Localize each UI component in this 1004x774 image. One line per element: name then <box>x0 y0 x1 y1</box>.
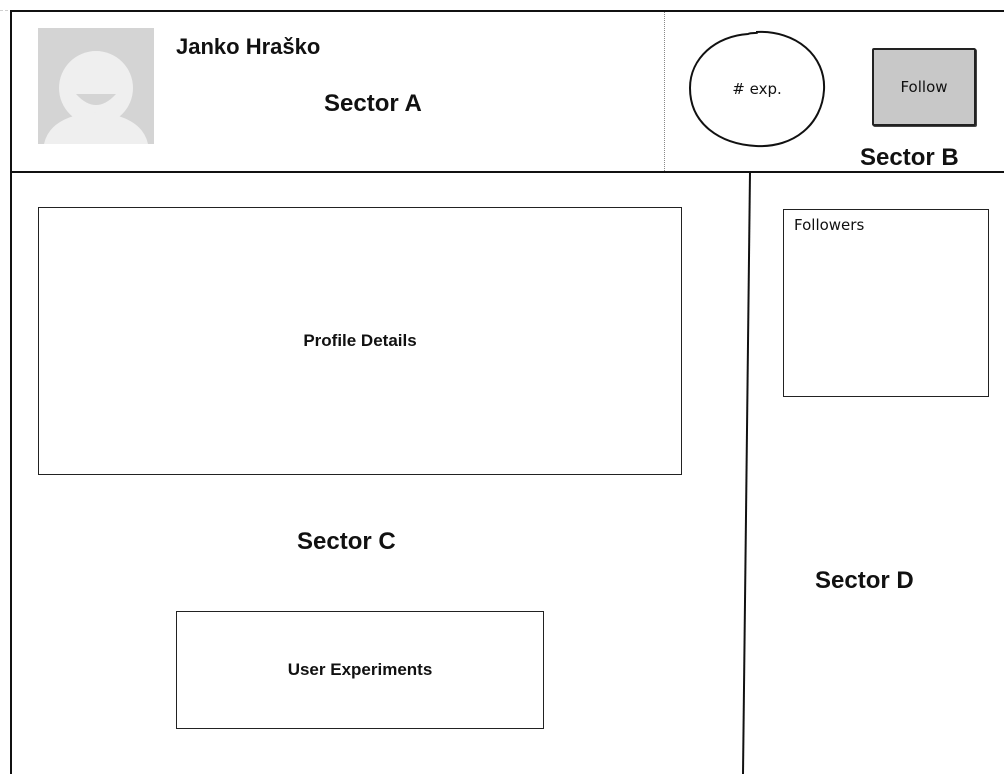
sector-d-label: Sector D <box>815 567 914 594</box>
avatar-placeholder-icon <box>38 28 154 144</box>
user-name: Janko Hraško <box>176 34 321 59</box>
follow-button[interactable]: Follow <box>872 48 976 126</box>
followers-panel: Followers <box>783 209 989 397</box>
sector-c-label: Sector C <box>297 528 396 555</box>
experiments-count-label: # exp. <box>732 80 782 98</box>
sector-b-label: Sector B <box>860 144 959 171</box>
user-experiments-panel[interactable]: User Experiments <box>176 611 544 729</box>
sector-a-label: Sector A <box>324 90 422 117</box>
followers-title: Followers <box>794 216 865 234</box>
experiments-count-bubble: # exp. <box>686 28 828 150</box>
sector-a-b-divider <box>664 12 665 171</box>
profile-details-panel: Profile Details <box>38 207 682 475</box>
header-divider <box>10 171 1004 173</box>
